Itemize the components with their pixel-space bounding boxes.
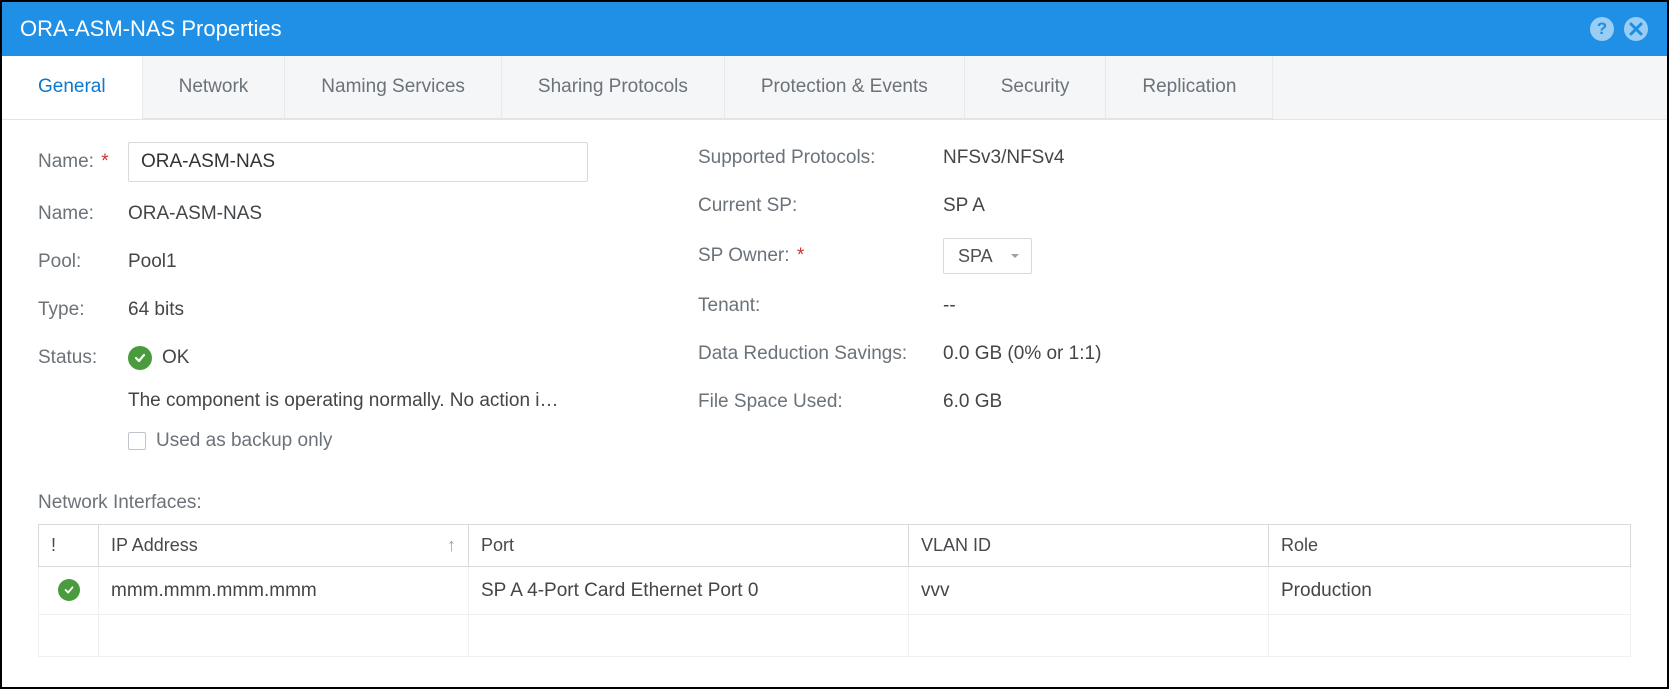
- table-header-row: ! IP Address ↑ Port VLAN ID Role: [39, 525, 1631, 567]
- pool-value: Pool1: [128, 251, 177, 273]
- sp-owner-select[interactable]: SPA: [943, 238, 1032, 274]
- sp-owner-label: SP Owner: *: [698, 245, 943, 267]
- current-sp-value: SP A: [943, 195, 985, 217]
- tab-network[interactable]: Network: [143, 56, 286, 119]
- cell-port: SP A 4-Port Card Ethernet Port 0: [469, 567, 909, 615]
- tab-sharing-protocols[interactable]: Sharing Protocols: [502, 56, 725, 119]
- type-value: 64 bits: [128, 299, 184, 321]
- table-row-empty: [39, 615, 1631, 657]
- titlebar: ORA-ASM-NAS Properties ?: [2, 2, 1667, 56]
- sp-owner-value: SPA: [958, 246, 993, 267]
- properties-dialog: ORA-ASM-NAS Properties ? General Network…: [0, 0, 1669, 689]
- status-label: Status:: [38, 347, 128, 369]
- svg-text:?: ?: [1597, 19, 1607, 38]
- tab-security[interactable]: Security: [965, 56, 1107, 119]
- tab-replication[interactable]: Replication: [1106, 56, 1273, 119]
- tab-content: Name: * Name: ORA-ASM-NAS Pool: Pool1 Ty…: [2, 120, 1667, 687]
- tenant-label: Tenant:: [698, 295, 943, 317]
- name-ro-value: ORA-ASM-NAS: [128, 203, 262, 225]
- help-icon[interactable]: ?: [1589, 16, 1615, 42]
- file-space-used-label: File Space Used:: [698, 391, 943, 413]
- col-ip[interactable]: IP Address ↑: [99, 525, 469, 567]
- status-value: OK: [162, 347, 189, 369]
- pool-label: Pool:: [38, 251, 128, 273]
- network-interfaces-title: Network Interfaces:: [38, 492, 1631, 514]
- current-sp-label: Current SP:: [698, 195, 943, 217]
- name-ro-label: Name:: [38, 203, 128, 225]
- tenant-value: --: [943, 295, 956, 317]
- tab-protection-events[interactable]: Protection & Events: [725, 56, 965, 119]
- name-input[interactable]: [128, 142, 588, 182]
- data-reduction-label: Data Reduction Savings:: [698, 343, 943, 365]
- used-as-backup-checkbox[interactable]: [128, 432, 146, 450]
- chevron-down-icon: [1009, 246, 1021, 267]
- file-space-used-value: 6.0 GB: [943, 391, 1002, 413]
- used-as-backup-label: Used as backup only: [156, 430, 332, 452]
- status-description: The component is operating normally. No …: [128, 390, 598, 412]
- network-interfaces-table: ! IP Address ↑ Port VLAN ID Role: [38, 524, 1631, 657]
- supported-protocols-label: Supported Protocols:: [698, 147, 943, 169]
- status-ok-icon: [128, 346, 152, 370]
- col-status[interactable]: !: [39, 525, 99, 567]
- table-row[interactable]: mmm.mmm.mmm.mmm SP A 4-Port Card Etherne…: [39, 567, 1631, 615]
- close-icon[interactable]: [1623, 16, 1649, 42]
- tab-bar: General Network Naming Services Sharing …: [2, 56, 1667, 120]
- name-label: Name: *: [38, 151, 128, 173]
- titlebar-actions: ?: [1589, 16, 1649, 42]
- supported-protocols-value: NFSv3/NFSv4: [943, 147, 1064, 169]
- cell-role: Production: [1269, 567, 1631, 615]
- col-port[interactable]: Port: [469, 525, 909, 567]
- row-status-ok-icon: [58, 579, 80, 601]
- cell-ip: mmm.mmm.mmm.mmm: [99, 567, 469, 615]
- sort-asc-icon: ↑: [447, 535, 456, 556]
- dialog-title: ORA-ASM-NAS Properties: [20, 16, 282, 42]
- tab-naming-services[interactable]: Naming Services: [285, 56, 502, 119]
- col-role[interactable]: Role: [1269, 525, 1631, 567]
- type-label: Type:: [38, 299, 128, 321]
- col-vlan[interactable]: VLAN ID: [909, 525, 1269, 567]
- cell-vlan: vvv: [909, 567, 1269, 615]
- data-reduction-value: 0.0 GB (0% or 1:1): [943, 343, 1101, 365]
- tab-general[interactable]: General: [2, 56, 143, 119]
